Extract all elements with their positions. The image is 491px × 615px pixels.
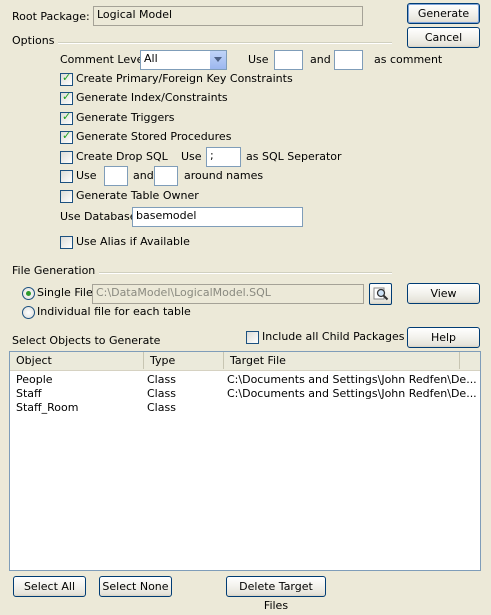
checkmark-icon: ✓ — [62, 90, 72, 103]
generate-stored-procedures-label[interactable]: Generate Stored Procedures — [76, 130, 231, 144]
sql-separator-use-label: Use — [181, 150, 202, 163]
generate-stored-procedures-checkbox[interactable]: ✓ — [60, 129, 73, 144]
comment-level-label: Comment Level — [60, 53, 147, 66]
sql-separator-label: as SQL Seperator — [246, 150, 342, 163]
select-all-button[interactable]: Select All — [13, 576, 86, 597]
root-package-label: Root Package: — [12, 10, 90, 23]
individual-file-label[interactable]: Individual file for each table — [37, 305, 191, 319]
row-type: Class — [147, 387, 176, 400]
select-none-button[interactable]: Select None — [99, 576, 172, 597]
select-objects-label: Select Objects to Generate — [12, 334, 161, 347]
checkmark-icon: ✓ — [62, 71, 72, 84]
single-file-path-input[interactable]: C:\DataModel\LogicalModel.SQL — [92, 284, 364, 304]
objects-list[interactable]: Object Type Target File People Class C:\… — [9, 351, 481, 571]
use-alias-checkbox[interactable] — [60, 236, 73, 249]
checkmark-icon: ✓ — [62, 110, 72, 123]
table-row[interactable]: Staff Class C:\Documents and Settings\Jo… — [10, 387, 480, 401]
checkmark-icon: ✓ — [62, 129, 72, 142]
comment-and-label: and — [310, 53, 331, 66]
names-delimiter-end-input[interactable] — [154, 166, 178, 186]
use-alias-label[interactable]: Use Alias if Available — [76, 235, 190, 249]
comment-level-value: All — [144, 52, 158, 65]
use-database-input[interactable]: basemodel — [132, 207, 303, 227]
delete-target-files-button[interactable]: Delete Target Files — [226, 576, 326, 612]
magnifier-icon — [373, 287, 389, 301]
single-file-radio[interactable] — [22, 287, 35, 300]
generate-index-checkbox[interactable]: ✓ — [60, 90, 73, 105]
radio-selected-dot — [26, 291, 31, 296]
names-use-label[interactable]: Use — [76, 169, 97, 183]
create-drop-sql-label[interactable]: Create Drop SQL — [76, 150, 168, 164]
root-package-field: Logical Model — [93, 6, 363, 26]
generate-table-owner-label[interactable]: Generate Table Owner — [76, 189, 199, 203]
include-child-packages-checkbox[interactable] — [246, 331, 259, 344]
names-and-label: and — [133, 169, 154, 182]
generate-triggers-checkbox[interactable]: ✓ — [60, 110, 73, 125]
file-generation-group-title: File Generation — [12, 264, 100, 278]
options-divider — [52, 42, 392, 44]
table-row[interactable]: Staff_Room Class — [10, 401, 480, 415]
include-child-packages-label[interactable]: Include all Child Packages — [262, 330, 404, 344]
column-header-object[interactable]: Object — [10, 352, 144, 369]
create-drop-sql-checkbox[interactable] — [60, 151, 73, 164]
names-delimiter-start-input[interactable] — [104, 166, 128, 186]
individual-file-radio[interactable] — [22, 306, 35, 319]
cancel-button[interactable]: Cancel — [407, 27, 480, 48]
create-pk-fk-checkbox[interactable]: ✓ — [60, 71, 73, 86]
row-object: People — [16, 373, 53, 386]
row-target-file: C:\Documents and Settings\John Redfen\De… — [227, 387, 477, 400]
create-pk-fk-label[interactable]: Create Primary/Foreign Key Constraints — [76, 72, 293, 86]
view-button[interactable]: View — [407, 283, 480, 304]
row-type: Class — [147, 373, 176, 386]
use-database-label: Use Database — [60, 210, 137, 223]
comment-delimiter-end-input[interactable] — [334, 50, 363, 70]
single-file-label[interactable]: Single File — [37, 286, 93, 300]
comment-level-select[interactable]: All — [140, 50, 227, 70]
table-row[interactable]: People Class C:\Documents and Settings\J… — [10, 373, 480, 387]
generate-table-owner-checkbox[interactable] — [60, 190, 73, 203]
comment-delimiter-start-input[interactable] — [274, 50, 303, 70]
generate-button[interactable]: Generate — [407, 3, 480, 24]
objects-list-header: Object Type Target File — [10, 352, 480, 371]
use-quotes-checkbox[interactable] — [60, 170, 73, 183]
options-group-title: Options — [12, 34, 59, 48]
column-header-type[interactable]: Type — [144, 352, 224, 369]
help-button[interactable]: Help — [407, 327, 480, 348]
row-object: Staff_Room — [16, 401, 79, 414]
file-generation-divider — [90, 272, 392, 274]
generate-index-label[interactable]: Generate Index/Constraints — [76, 91, 228, 105]
row-target-file: C:\Documents and Settings\John Redfen\De… — [227, 373, 477, 386]
column-header-target-file[interactable]: Target File — [224, 352, 460, 369]
generate-triggers-label[interactable]: Generate Triggers — [76, 111, 175, 125]
as-comment-label: as comment — [374, 53, 443, 66]
browse-button[interactable] — [369, 283, 392, 305]
chevron-down-icon[interactable] — [209, 51, 226, 69]
row-type: Class — [147, 401, 176, 414]
around-names-label: around names — [184, 169, 264, 182]
comment-use-label: Use — [248, 53, 269, 66]
sql-separator-input[interactable]: ; — [206, 147, 241, 167]
row-object: Staff — [16, 387, 42, 400]
